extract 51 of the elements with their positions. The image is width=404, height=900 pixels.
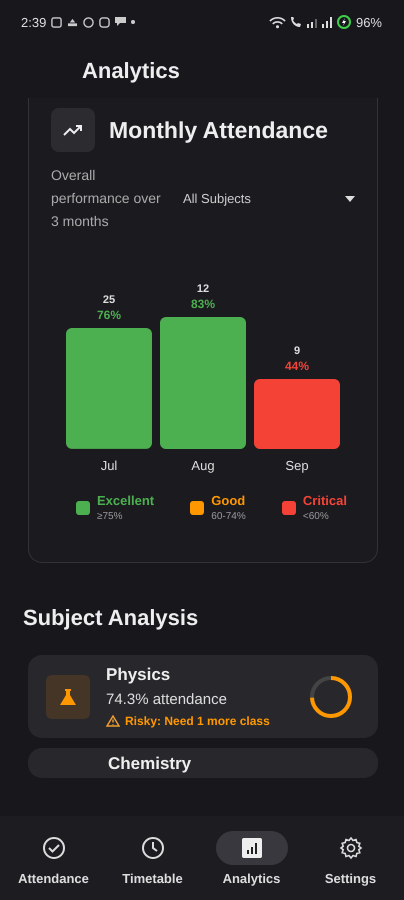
chat-icon — [115, 17, 126, 27]
app-notification-icon — [83, 16, 94, 28]
subject-card[interactable]: Physics 74.3% attendance Risky: Need 1 more class — [28, 655, 378, 738]
month-label: Sep — [285, 458, 309, 473]
subject-card[interactable]: Chemistry — [28, 748, 378, 778]
upload-icon — [67, 17, 78, 27]
bar-count: 25 — [102, 294, 116, 306]
nav-item[interactable]: Timetable — [108, 830, 198, 886]
chart-icon — [240, 836, 262, 858]
nav-item[interactable]: Analytics — [206, 830, 296, 886]
signal-icon — [322, 16, 332, 28]
month-label: Jul — [100, 458, 118, 473]
progress-ring — [308, 674, 354, 720]
call-icon — [290, 16, 302, 28]
bar-count: 12 — [196, 283, 210, 295]
clock-icon — [140, 836, 164, 860]
app-notification-icon — [99, 16, 110, 28]
battery-charging-icon — [336, 15, 351, 29]
warning-icon — [106, 715, 120, 727]
subject-name: Chemistry — [108, 754, 192, 774]
check-circle-icon — [42, 836, 66, 860]
nav-item[interactable]: Attendance — [8, 830, 98, 886]
month-label: Aug — [191, 458, 215, 473]
bar-value-label: 44% — [284, 359, 310, 374]
card-subtitle: Overall performance over 3 months — [51, 166, 162, 231]
subject-name: Physics — [106, 665, 172, 685]
signal-icon — [306, 16, 317, 28]
nav-item[interactable]: Settings — [306, 830, 396, 886]
bar-value-label: 83% — [190, 297, 216, 311]
wifi-icon — [268, 16, 286, 28]
caret-icon — [345, 196, 355, 202]
trend-icon — [51, 108, 95, 152]
legend-range: ≥75% — [97, 511, 124, 522]
warning-text: Risky: Need 1 more class — [125, 714, 270, 728]
legend-label: Good — [211, 493, 246, 508]
legend-range: <60% — [302, 511, 330, 522]
bar-count: 9 — [294, 345, 300, 358]
app-notification-icon — [51, 16, 62, 28]
legend-label: Critical — [302, 493, 347, 508]
attendance-text: 74.3% attendance — [106, 691, 228, 708]
section-title: Subject Analysis — [23, 605, 200, 631]
more-notifications-icon — [131, 20, 136, 24]
bar-value-label: 76% — [96, 308, 122, 322]
legend-range: 60-74% — [211, 511, 246, 522]
status-time: 2:39 — [21, 14, 46, 30]
subject-dropdown[interactable]: All Subjects — [183, 187, 355, 210]
legend-label: Excellent — [97, 493, 154, 508]
page-title: Analytics — [81, 57, 181, 85]
card-title: Monthly Attendance — [109, 116, 328, 144]
battery-percent: 96% — [356, 14, 382, 30]
settings-icon — [338, 836, 362, 860]
